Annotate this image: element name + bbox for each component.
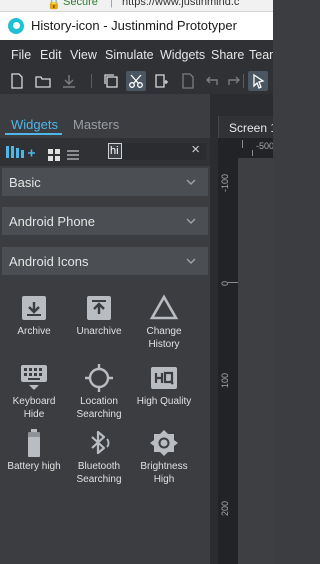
ruler-label: -500: [256, 141, 273, 151]
app-window: { "browser": { "secure_label": "Secure",…: [0, 0, 273, 564]
widget-label: Brightness High: [140, 461, 188, 485]
location-searching-icon: [85, 364, 113, 392]
widget-label: Location Searching: [76, 396, 122, 420]
lock-icon: 🔒: [47, 0, 61, 10]
battery-high-icon: [28, 429, 40, 457]
widget-archive[interactable]: Archive: [2, 293, 66, 338]
menu-bar: File Edit View Simulate Widgets Share Te…: [0, 40, 273, 68]
tab-masters[interactable]: Masters: [73, 117, 119, 132]
widget-label: Unarchive: [76, 326, 122, 337]
separator: |: [110, 0, 113, 8]
widget-label: Archive: [17, 326, 51, 337]
widget-high-quality[interactable]: High Quality: [132, 363, 196, 408]
ruler-label: 100: [220, 372, 230, 388]
widget-label: Change History: [146, 326, 182, 350]
widget-change-history[interactable]: Change History: [132, 293, 196, 351]
ruler-label: -100: [220, 173, 230, 192]
keyboard-hide-icon: [21, 365, 47, 390]
chevron-down-icon: [186, 179, 196, 185]
clear-search-icon[interactable]: ×: [191, 141, 200, 158]
page-icon[interactable]: [178, 71, 198, 91]
active-tab-indicator: [5, 133, 62, 135]
chevron-down-icon: [186, 258, 196, 264]
widget-keyboard-hide[interactable]: Keyboard Hide: [2, 363, 66, 421]
download-icon[interactable]: [59, 71, 79, 91]
menu-file[interactable]: File: [11, 48, 31, 62]
paste-icon[interactable]: [151, 71, 171, 91]
widget-label: Battery high: [7, 461, 61, 472]
high-quality-icon: [151, 367, 177, 389]
unarchive-icon: [87, 296, 111, 320]
screen-tab-label: Screen 1: [229, 121, 273, 135]
widget-unarchive[interactable]: Unarchive: [67, 293, 131, 338]
section-label: Basic: [9, 175, 41, 190]
library-add-icon[interactable]: [6, 144, 36, 165]
new-page-icon[interactable]: [7, 71, 27, 91]
archive-icon: [22, 296, 46, 320]
brightness-high-icon: [150, 430, 178, 456]
grid-view-icon[interactable]: [48, 148, 60, 166]
cut-icon[interactable]: [126, 71, 146, 91]
browser-address-bar: 🔒 Secure | https://www.justinmind.c: [0, 0, 273, 12]
redo-icon[interactable]: [224, 71, 244, 91]
ruler-tick: [242, 140, 243, 148]
menu-edit[interactable]: Edit: [40, 48, 62, 62]
widget-location-searching[interactable]: Location Searching: [67, 363, 131, 421]
horizontal-ruler: -500: [218, 138, 273, 158]
chevron-down-icon: [186, 218, 196, 224]
window-title: History-icon - Justinmind Prototyper: [31, 18, 237, 33]
widget-battery-high[interactable]: Battery high: [2, 428, 66, 473]
search-input[interactable]: [108, 143, 122, 159]
section-label: Android Icons: [9, 254, 89, 269]
pointer-tool-icon[interactable]: [248, 71, 268, 91]
url-text[interactable]: https://www.justinmind.c: [122, 0, 239, 8]
vertical-ruler: -100 0 100 200: [218, 158, 238, 564]
menu-simulate[interactable]: Simulate: [105, 48, 154, 62]
title-bar: History-icon - Justinmind Prototyper: [0, 12, 273, 40]
copy-icon[interactable]: [101, 71, 121, 91]
toolbar-divider: [243, 74, 244, 88]
widget-label: High Quality: [136, 396, 192, 407]
menu-widgets[interactable]: Widgets: [160, 48, 205, 62]
widget-brightness-high[interactable]: Brightness High: [132, 428, 196, 486]
bluetooth-searching-icon: [91, 430, 110, 455]
open-folder-icon[interactable]: [33, 71, 53, 91]
widget-search-box: ×: [108, 141, 206, 160]
ruler-label: 0: [220, 280, 230, 286]
section-basic[interactable]: Basic: [2, 168, 208, 196]
justinmind-logo-icon: [8, 18, 24, 34]
widget-label: Keyboard Hide: [12, 396, 56, 420]
change-history-icon: [149, 294, 179, 320]
section-android-phone[interactable]: Android Phone: [2, 207, 208, 235]
toolbar: [0, 68, 273, 94]
tab-widgets[interactable]: Widgets: [11, 117, 58, 132]
menu-share[interactable]: Share: [211, 48, 244, 62]
list-view-icon[interactable]: [67, 148, 79, 166]
widget-bluetooth-searching[interactable]: Bluetooth Searching: [67, 428, 131, 486]
section-android-icons[interactable]: Android Icons: [2, 247, 208, 275]
design-canvas[interactable]: [238, 158, 273, 564]
menu-view[interactable]: View: [70, 48, 97, 62]
widget-label: Bluetooth Searching: [76, 461, 122, 485]
secure-label: Secure: [63, 0, 98, 8]
ruler-tick: [252, 150, 253, 156]
toolbar-divider: [91, 74, 92, 88]
section-label: Android Phone: [9, 214, 96, 229]
tab-screen-1[interactable]: Screen 1: [218, 116, 273, 138]
menu-team[interactable]: Team: [249, 48, 273, 62]
ruler-label: 200: [220, 500, 230, 516]
undo-icon[interactable]: [202, 71, 222, 91]
